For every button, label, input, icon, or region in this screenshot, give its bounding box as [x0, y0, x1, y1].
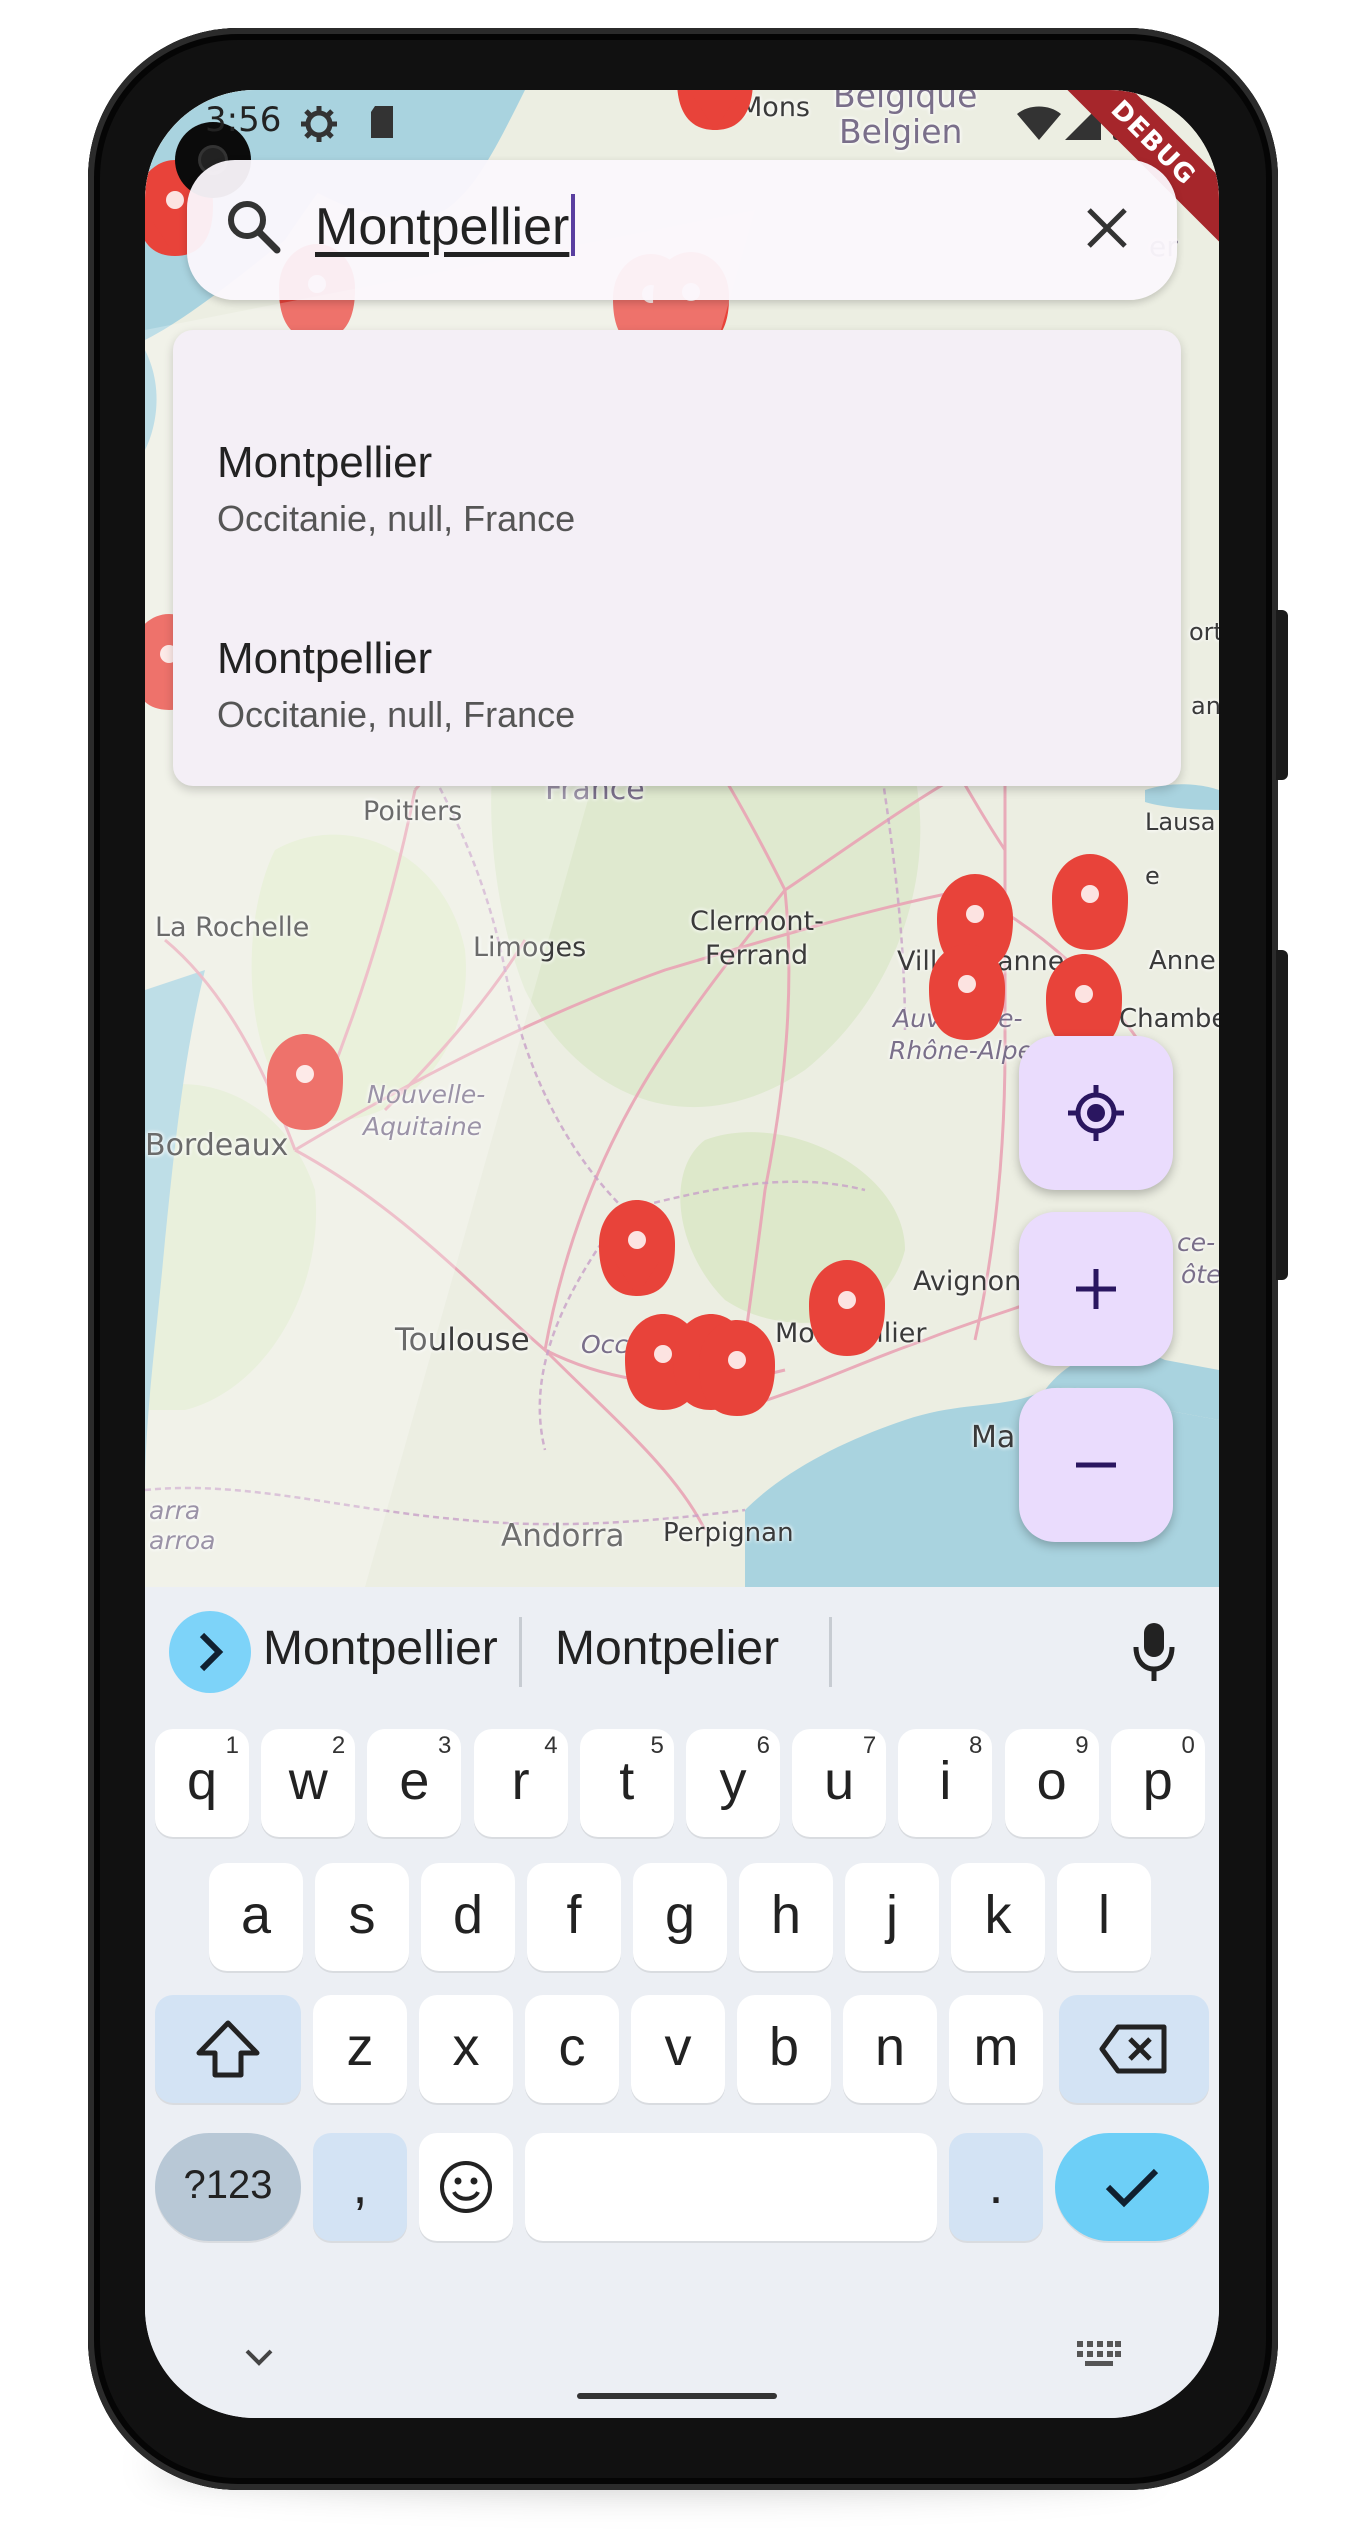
key-label: p	[1142, 1751, 1173, 1811]
keyboard-suggestion-strip: Montpellier Montpelier	[145, 1587, 1219, 1717]
checkmark-icon	[1105, 2168, 1159, 2208]
chevron-right-icon	[199, 1632, 224, 1672]
status-time: 3:56	[205, 100, 282, 140]
zoom-out-button[interactable]	[1019, 1388, 1173, 1542]
period-key[interactable]: .	[949, 2133, 1043, 2241]
key-h[interactable]: h	[739, 1863, 833, 1971]
key-c[interactable]: c	[525, 1995, 619, 2103]
enter-key[interactable]	[1055, 2133, 1209, 2241]
keyboard-switch-icon[interactable]	[1075, 2339, 1123, 2369]
suggestion-subtitle: Occitanie, null, France	[217, 498, 576, 539]
search-icon[interactable]	[223, 196, 283, 256]
suggestion-subtitle: Occitanie, null, France	[217, 694, 576, 735]
key-k[interactable]: k	[951, 1863, 1045, 1971]
key-f[interactable]: f	[527, 1863, 621, 1971]
emoji-key[interactable]	[419, 2133, 513, 2241]
key-z[interactable]: z	[313, 1995, 407, 2103]
key-number-hint: 6	[756, 1732, 770, 1759]
key-p[interactable]: p0	[1110, 1729, 1205, 1837]
shift-icon	[196, 2020, 260, 2078]
zoom-in-button[interactable]	[1019, 1212, 1173, 1366]
sd-card-icon	[371, 106, 393, 138]
key-label: w	[288, 1751, 328, 1811]
key-label: i	[939, 1751, 952, 1811]
power-button	[1276, 950, 1288, 1280]
key-n[interactable]: n	[843, 1995, 937, 2103]
key-m[interactable]: m	[949, 1995, 1043, 2103]
key-label: u	[824, 1751, 855, 1811]
key-label: e	[399, 1751, 430, 1811]
key-number-hint: 3	[438, 1732, 452, 1759]
suggestion-title: Montpellier	[217, 634, 433, 683]
key-s[interactable]: s	[315, 1863, 409, 1971]
gesture-home-handle[interactable]	[577, 2393, 777, 2399]
clear-search-icon[interactable]	[1079, 200, 1135, 256]
key-o[interactable]: o9	[1004, 1729, 1099, 1837]
key-number-hint: 7	[862, 1732, 877, 1759]
my-location-icon	[1068, 1085, 1124, 1141]
suggestion-item[interactable]: Montpellier Occitanie, null, France	[217, 634, 575, 736]
wifi-icon	[1017, 106, 1061, 140]
key-number-hint: 5	[650, 1732, 664, 1759]
text-caret	[571, 194, 576, 256]
key-label: y	[719, 1751, 747, 1811]
keyboard-suggestion[interactable]: Montpellier	[263, 1621, 498, 1676]
key-number-hint: 8	[969, 1732, 983, 1759]
my-location-button[interactable]	[1019, 1036, 1173, 1190]
key-x[interactable]: x	[419, 1995, 513, 2103]
key-l[interactable]: l	[1057, 1863, 1151, 1971]
key-v[interactable]: v	[631, 1995, 725, 2103]
soft-keyboard: Montpellier Montpelier q1w2e3r4t5y6u7i8o…	[145, 1587, 1219, 2418]
key-number-hint: 2	[331, 1732, 346, 1759]
volume-button	[1276, 610, 1288, 780]
hide-keyboard-chevron-icon[interactable]	[241, 2345, 277, 2369]
key-a[interactable]: a	[209, 1863, 303, 1971]
backspace-icon	[1099, 2024, 1167, 2074]
key-g[interactable]: g	[633, 1863, 727, 1971]
key-label: r	[511, 1751, 530, 1811]
keyboard-suggestion[interactable]: Montpelier	[555, 1621, 779, 1676]
key-label: o	[1036, 1751, 1067, 1811]
emoji-icon	[440, 2161, 492, 2213]
key-number-hint: 1	[225, 1732, 239, 1759]
key-u[interactable]: u7	[792, 1729, 887, 1837]
key-t[interactable]: t5	[579, 1729, 674, 1837]
search-bar[interactable]: Montpellier	[187, 160, 1177, 300]
symbols-key[interactable]: ?123	[155, 2133, 301, 2241]
search-suggestions: Montpellier Occitanie, null, France Mont…	[173, 330, 1181, 786]
key-number-hint: 0	[1181, 1732, 1195, 1759]
key-q[interactable]: q1	[155, 1729, 249, 1837]
suggestion-title: Montpellier	[217, 438, 433, 487]
key-number-hint: 4	[544, 1732, 558, 1759]
shift-key[interactable]	[155, 1995, 301, 2103]
comma-key[interactable]: ,	[313, 2133, 407, 2241]
expand-suggestions-button[interactable]	[169, 1611, 251, 1693]
settings-gear-icon	[301, 106, 337, 142]
key-label: t	[619, 1751, 635, 1811]
key-j[interactable]: j	[845, 1863, 939, 1971]
zoom-out-icon	[1076, 1462, 1116, 1468]
key-d[interactable]: d	[421, 1863, 515, 1971]
key-y[interactable]: y6	[686, 1729, 780, 1837]
space-key[interactable]	[525, 2133, 937, 2241]
key-b[interactable]: b	[737, 1995, 831, 2103]
key-number-hint: 9	[1075, 1732, 1089, 1759]
key-e[interactable]: e3	[367, 1729, 462, 1837]
suggestion-divider	[829, 1617, 832, 1687]
key-r[interactable]: r4	[473, 1729, 568, 1837]
search-input[interactable]: Montpellier	[315, 194, 576, 257]
microphone-icon[interactable]	[1129, 1619, 1179, 1683]
suggestion-divider	[519, 1617, 522, 1687]
suggestion-item[interactable]: Montpellier Occitanie, null, France	[217, 438, 575, 540]
key-w[interactable]: w2	[261, 1729, 356, 1837]
key-label: q	[186, 1751, 218, 1811]
device-screen: Mons Belgique Belgien er ort an France P…	[145, 90, 1219, 2418]
key-i[interactable]: i8	[898, 1729, 993, 1837]
zoom-in-icon	[1076, 1269, 1116, 1309]
backspace-key[interactable]	[1059, 1995, 1209, 2103]
